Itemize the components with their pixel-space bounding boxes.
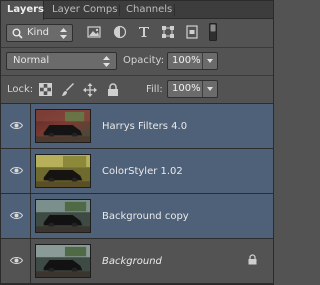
opacity-label: Opacity:	[123, 55, 165, 66]
blend-mode-value: Normal	[13, 55, 50, 66]
layer-thumbnail	[35, 154, 91, 188]
lock-label: Lock:	[7, 84, 34, 95]
visibility-toggle[interactable]	[1, 149, 31, 193]
layer-row[interactable]: Harrys Filters 4.0	[1, 104, 273, 149]
tab-layers[interactable]: Layers	[1, 1, 44, 20]
layer-row[interactable]: Background copy	[1, 194, 273, 239]
type-filter-icon[interactable]	[137, 25, 151, 39]
blend-mode-select[interactable]: Normal	[6, 52, 117, 70]
layer-thumbnail	[35, 199, 91, 233]
dropdown-arrows-icon	[60, 28, 67, 39]
lock-transparent-pixels-icon[interactable]	[39, 83, 52, 96]
search-icon	[12, 28, 23, 39]
tab-layer-comps[interactable]: Layer Comps	[52, 1, 122, 19]
opacity-value: 100%	[172, 55, 201, 66]
smart-object-filter-icon[interactable]	[185, 25, 199, 39]
filter-kind-label: Kind	[27, 27, 50, 38]
layer-row[interactable]: ColorStyler 1.02	[1, 149, 273, 194]
lock-position-icon[interactable]	[83, 83, 97, 97]
lock-icon	[248, 254, 257, 265]
fill-value: 100%	[172, 83, 201, 94]
opacity-dropdown-icon[interactable]	[202, 53, 217, 69]
tab-channels[interactable]: Channels	[126, 1, 176, 19]
layer-name[interactable]: Harrys Filters 4.0	[102, 121, 187, 132]
visibility-toggle[interactable]	[1, 239, 31, 283]
panel-tab-bar: Layers Layer Comps Channels	[1, 1, 273, 20]
layer-name[interactable]: Background copy	[102, 211, 189, 222]
layer-thumbnail	[35, 109, 91, 143]
fill-field[interactable]: 100%	[167, 80, 218, 98]
shape-filter-icon[interactable]	[161, 25, 175, 39]
eye-icon	[10, 122, 23, 129]
visibility-toggle[interactable]	[1, 194, 31, 238]
dropdown-arrows-icon	[103, 56, 110, 67]
opacity-field[interactable]: 100%	[167, 52, 218, 70]
fill-dropdown-icon[interactable]	[202, 81, 217, 97]
layer-thumbnail	[35, 244, 91, 278]
row-divider	[1, 75, 273, 76]
adjustment-filter-icon[interactable]	[113, 25, 127, 39]
lock-all-icon[interactable]	[107, 83, 119, 97]
layer-row[interactable]: Background	[1, 239, 273, 284]
eye-icon	[10, 212, 23, 219]
layers-panel: Layers Layer Comps Channels Kind Normal …	[0, 0, 274, 285]
eye-icon	[10, 167, 23, 174]
eye-icon	[10, 257, 23, 264]
visibility-toggle[interactable]	[1, 104, 31, 148]
image-filter-icon[interactable]	[87, 25, 101, 39]
row-divider	[1, 47, 273, 48]
tab-separator	[174, 4, 175, 16]
lock-image-pixels-icon[interactable]	[61, 83, 75, 97]
filter-kind-select[interactable]: Kind	[6, 24, 73, 42]
fill-label: Fill:	[146, 84, 163, 95]
layer-name[interactable]: ColorStyler 1.02	[102, 166, 183, 177]
tab-separator	[119, 4, 120, 16]
filter-toggle-icon[interactable]	[209, 23, 217, 41]
layer-name[interactable]: Background	[102, 256, 162, 267]
